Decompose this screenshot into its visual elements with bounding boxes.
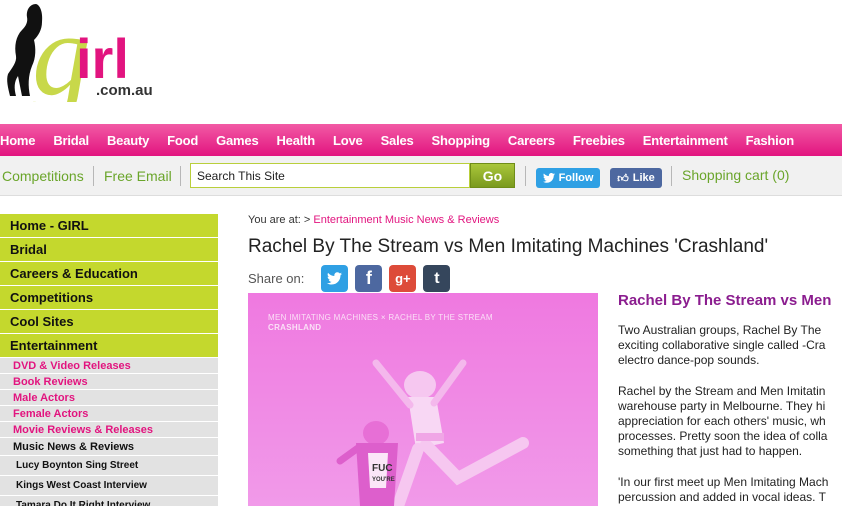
sidebar-item[interactable]: Careers & Education [0,262,218,286]
divider [180,166,181,186]
sidebar: Home - GIRL Bridal Careers & Education Comp… [0,214,218,506]
divider [671,166,672,186]
sidebar-item[interactable]: Competitions [0,286,218,310]
paragraph-line: percussion and added in vocal ideas. T [618,490,826,504]
paragraph-1: Two Australian groups, Rachel By The exci… [618,323,842,368]
shopping-cart-link[interactable]: Shopping cart (0) [682,167,789,183]
sidebar-item[interactable]: Cool Sites [0,310,218,334]
share-label: Share on: [248,271,305,286]
facebook-like-button[interactable]: 👍︎ Like [610,168,662,188]
article-subtitle: Rachel By The Stream vs Men [618,292,832,309]
breadcrumb: You are at: > Entertainment Music News &… [248,214,499,226]
shirt-text: FUC [372,463,393,474]
divider [93,166,94,186]
twitter-share-icon[interactable] [321,265,349,292]
sidebar-subitem[interactable]: Male Actors [0,390,218,406]
nav-item-beauty[interactable]: Beauty [98,133,158,148]
nav-item-home[interactable]: Home [0,133,44,148]
paragraph-3: 'In our first meet up Men Imitating Mach… [618,475,842,505]
paragraph-line: warehouse party in Melbourne. They hi [618,399,826,413]
nav-item-fashion[interactable]: Fashion [737,133,803,148]
sidebar-item[interactable]: Entertainment [0,334,218,358]
nav-item-shopping[interactable]: Shopping [423,133,499,148]
paragraph-line: Two Australian groups, Rachel By The [618,323,822,337]
nav-item-bridal[interactable]: Bridal [44,133,98,148]
nav-item-sales[interactable]: Sales [372,133,423,148]
breadcrumb-prefix: You are at: > [248,214,311,226]
competitions-link[interactable]: Competitions [2,168,84,184]
twitter-bird-icon [542,173,555,183]
sidebar-article-link[interactable]: Tamara Do It Right Interview [0,496,218,506]
page-title: Rachel By The Stream vs Men Imitating Ma… [248,236,769,257]
divider [525,166,526,186]
paragraph-line: exciting collaborative single called -Cr… [618,338,826,352]
nav-item-health[interactable]: Health [267,133,324,148]
logo-domain: .com.au [96,82,153,99]
go-button[interactable]: Go [470,163,515,188]
dancers-illustration: FUC YOU'RE [336,359,529,506]
google-plus-share-icon[interactable]: g+ [389,265,417,292]
paragraph-line: something that just had to happen. [618,444,803,458]
shirt-text: YOU'RE [372,477,395,483]
nav-item-careers[interactable]: Careers [499,133,564,148]
paragraph-line: 'In our first meet up Men Imitating Mach [618,475,829,489]
nav-item-games[interactable]: Games [207,133,267,148]
sidebar-item[interactable]: Bridal [0,238,218,262]
paragraph-line: electro dance-pop sounds. [618,353,760,367]
page: g irl .com.au Home Bridal Beauty Food Games H… [0,0,842,506]
sidebar-subitem[interactable]: Movie Reviews & Releases [0,422,218,438]
twitter-follow-button[interactable]: Follow [536,168,600,188]
paragraph-line: appreciation for each others' music, wh [618,414,826,428]
tumblr-share-icon[interactable]: t [423,265,451,292]
sidebar-subitem[interactable]: DVD & Video Releases [0,358,218,374]
nav-item-love[interactable]: Love [324,133,372,148]
nav-item-freebies[interactable]: Freebies [564,133,634,148]
share-bar: Share on: f g+ t [248,265,451,292]
search-input[interactable] [190,163,470,188]
breadcrumb-link[interactable]: Entertainment Music News & Reviews [313,214,499,226]
paragraph-line: processes. Pretty soon the idea of colla [618,429,828,443]
free-email-link[interactable]: Free Email [104,168,172,184]
paragraph-2: Rachel by the Stream and Men Imitatin war… [618,384,842,459]
nav-item-food[interactable]: Food [158,133,207,148]
main-nav: Home Bridal Beauty Food Games Health Love Sales… [0,124,842,156]
sidebar-subitem-active[interactable]: Music News & Reviews [0,438,218,456]
thumbs-up-icon: 👍︎ [617,172,629,185]
article-image: MEN IMITATING MACHINES × RACHEL BY THE S… [248,293,598,506]
sidebar-article-link[interactable]: Lucy Boynton Sing Street [0,456,218,476]
nav-item-entertainment[interactable]: Entertainment [634,133,737,148]
sidebar-item[interactable]: Home - GIRL [0,214,218,238]
paragraph-line: Rachel by the Stream and Men Imitatin [618,384,826,398]
twitter-follow-label: Follow [558,172,594,184]
site-logo[interactable]: g irl .com.au [0,0,160,122]
svg-text:irl: irl [76,27,129,90]
sidebar-subitem[interactable]: Female Actors [0,406,218,422]
sidebar-subitem[interactable]: Book Reviews [0,374,218,390]
facebook-like-label: Like [632,172,655,184]
sidebar-article-link[interactable]: Kings West Coast Interview [0,476,218,496]
facebook-share-icon[interactable]: f [355,265,383,292]
